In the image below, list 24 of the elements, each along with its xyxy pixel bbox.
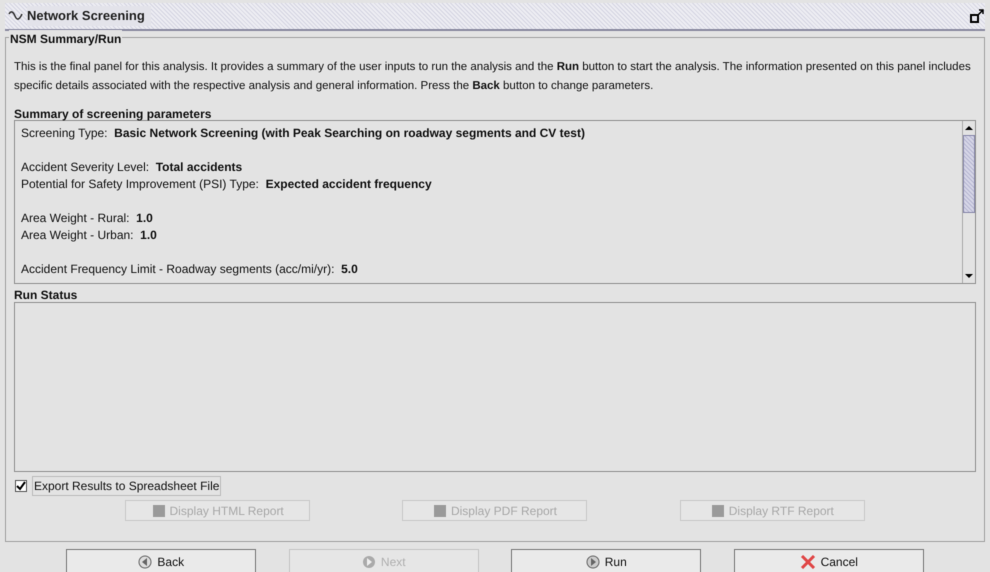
restore-icon[interactable]: [970, 9, 984, 23]
window-title: Network Screening: [27, 6, 151, 26]
back-icon: [138, 555, 152, 569]
nav-button[interactable]: Run: [511, 549, 702, 572]
summary-line: Accident Severity Level: Total accidents: [21, 159, 244, 176]
scroll-thumb[interactable]: [963, 135, 975, 213]
scrollbar[interactable]: [962, 121, 975, 283]
summary-line: Accident Frequency Limit - Roadway segments (acc/mi/yr): 5.0: [21, 261, 359, 278]
next-icon: [362, 555, 376, 569]
summary-line: Area Weight - Urban: 1.0: [21, 227, 158, 244]
summary-line: Area Weight - Rural: 1.0: [21, 210, 154, 227]
checkbox-label[interactable]: Export Results to Spreadsheet File: [32, 476, 222, 496]
checkbox[interactable]: [15, 480, 27, 492]
summary-line: Potential for Safety Improvement (PSI) Type: Expected accident frequency: [21, 176, 433, 193]
nav-button[interactable]: Back: [66, 549, 256, 572]
panel-description: This is the final panel for this analysis. It provides a summary of the user inputs to run the analysis and the Run button to start the analysis. The information presented on this panel includes specific details associated with the respective analysis and general information. Press the Back button to change parameters.: [14, 60, 972, 94]
section-title: Run Status: [14, 288, 78, 302]
summary-line: Screening Type: Basic Network Screening (with Peak Searching on roadway segments and CV test): [21, 125, 586, 142]
panel-title: NSM Summary/Run: [9, 30, 122, 48]
nav-button[interactable]: Cancel: [734, 549, 924, 572]
run-icon: [586, 555, 600, 569]
section-title: Summary of screening parameters: [14, 108, 212, 120]
wave-icon: [8, 10, 24, 22]
cancel-icon: [800, 555, 816, 569]
